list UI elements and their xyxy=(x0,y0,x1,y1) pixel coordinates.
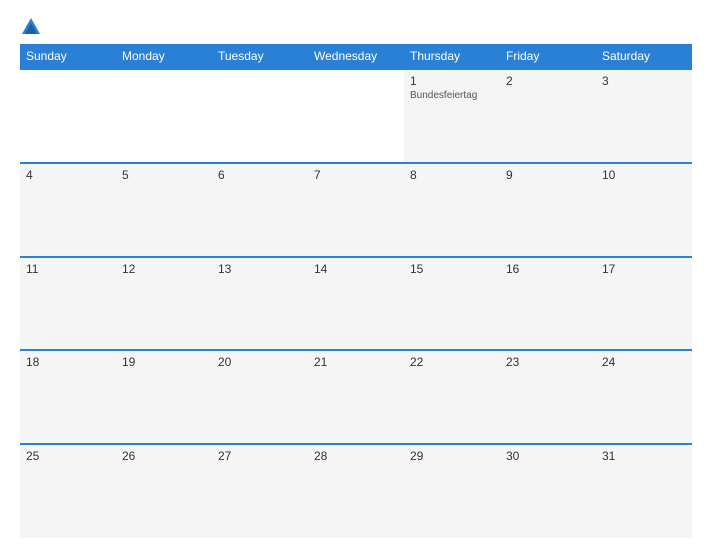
week-row-1: 1 Bundesfeiertag 23 xyxy=(20,69,692,163)
day-cell xyxy=(20,69,116,163)
logo-icon xyxy=(20,16,42,38)
week-row-5: 25 26 27 28 29 30 31 xyxy=(20,444,692,538)
day-number: 18 xyxy=(26,355,110,369)
day-cell: 23 xyxy=(500,350,596,444)
day-number: 3 xyxy=(602,74,686,88)
day-cell: 17 xyxy=(596,257,692,351)
day-cell: 29 xyxy=(404,444,500,538)
day-cell: 1 Bundesfeiertag xyxy=(404,69,500,163)
day-cell: 12 xyxy=(116,257,212,351)
day-cell: 18 xyxy=(20,350,116,444)
day-cell: 31 xyxy=(596,444,692,538)
day-number: 25 xyxy=(26,449,110,463)
day-number: 15 xyxy=(410,262,494,276)
day-cell: 19 xyxy=(116,350,212,444)
day-cell: 27 xyxy=(212,444,308,538)
day-cell: 14 xyxy=(308,257,404,351)
day-number: 7 xyxy=(314,168,398,182)
week-row-2: 456789 10 xyxy=(20,163,692,257)
day-number: 6 xyxy=(218,168,302,182)
day-cell xyxy=(308,69,404,163)
day-number: 20 xyxy=(218,355,302,369)
day-cell: 9 xyxy=(500,163,596,257)
day-cell: 26 xyxy=(116,444,212,538)
weekday-header-row: SundayMondayTuesdayWednesdayThursdayFrid… xyxy=(20,44,692,69)
day-cell: 15 xyxy=(404,257,500,351)
day-number: 26 xyxy=(122,449,206,463)
week-row-3: 11 12 13 14 15 16 17 xyxy=(20,257,692,351)
day-cell: 5 xyxy=(116,163,212,257)
calendar-table: SundayMondayTuesdayWednesdayThursdayFrid… xyxy=(20,44,692,538)
weekday-header-saturday: Saturday xyxy=(596,44,692,69)
weekday-header-tuesday: Tuesday xyxy=(212,44,308,69)
day-number: 13 xyxy=(218,262,302,276)
weekday-header-friday: Friday xyxy=(500,44,596,69)
day-cell: 6 xyxy=(212,163,308,257)
day-number: 9 xyxy=(506,168,590,182)
day-cell: 11 xyxy=(20,257,116,351)
day-cell: 28 xyxy=(308,444,404,538)
day-number: 14 xyxy=(314,262,398,276)
day-cell: 30 xyxy=(500,444,596,538)
day-number: 2 xyxy=(506,74,590,88)
day-number: 4 xyxy=(26,168,110,182)
top-bar xyxy=(20,16,692,38)
day-number: 1 xyxy=(410,74,494,88)
day-number: 10 xyxy=(602,168,686,182)
day-cell: 13 xyxy=(212,257,308,351)
day-cell: 3 xyxy=(596,69,692,163)
day-number: 21 xyxy=(314,355,398,369)
day-number: 31 xyxy=(602,449,686,463)
day-cell: 20 xyxy=(212,350,308,444)
day-event: Bundesfeiertag xyxy=(410,90,494,101)
day-number: 12 xyxy=(122,262,206,276)
day-number: 24 xyxy=(602,355,686,369)
day-number: 5 xyxy=(122,168,206,182)
day-cell: 25 xyxy=(20,444,116,538)
weekday-header-thursday: Thursday xyxy=(404,44,500,69)
day-number: 22 xyxy=(410,355,494,369)
day-number: 19 xyxy=(122,355,206,369)
weekday-header-wednesday: Wednesday xyxy=(308,44,404,69)
day-cell: 4 xyxy=(20,163,116,257)
weekday-header-monday: Monday xyxy=(116,44,212,69)
weekday-header-sunday: Sunday xyxy=(20,44,116,69)
day-cell xyxy=(116,69,212,163)
day-cell: 22 xyxy=(404,350,500,444)
day-cell: 21 xyxy=(308,350,404,444)
day-cell: 10 xyxy=(596,163,692,257)
day-number: 28 xyxy=(314,449,398,463)
day-cell: 16 xyxy=(500,257,596,351)
day-cell: 7 xyxy=(308,163,404,257)
day-number: 16 xyxy=(506,262,590,276)
day-number: 11 xyxy=(26,262,110,276)
day-number: 29 xyxy=(410,449,494,463)
day-number: 27 xyxy=(218,449,302,463)
day-cell: 8 xyxy=(404,163,500,257)
week-row-4: 18 19 20 21 22 23 24 xyxy=(20,350,692,444)
day-number: 23 xyxy=(506,355,590,369)
logo xyxy=(20,16,46,38)
calendar-page: SundayMondayTuesdayWednesdayThursdayFrid… xyxy=(0,0,712,550)
day-number: 8 xyxy=(410,168,494,182)
day-number: 30 xyxy=(506,449,590,463)
day-cell: 2 xyxy=(500,69,596,163)
day-cell xyxy=(212,69,308,163)
day-cell: 24 xyxy=(596,350,692,444)
day-number: 17 xyxy=(602,262,686,276)
